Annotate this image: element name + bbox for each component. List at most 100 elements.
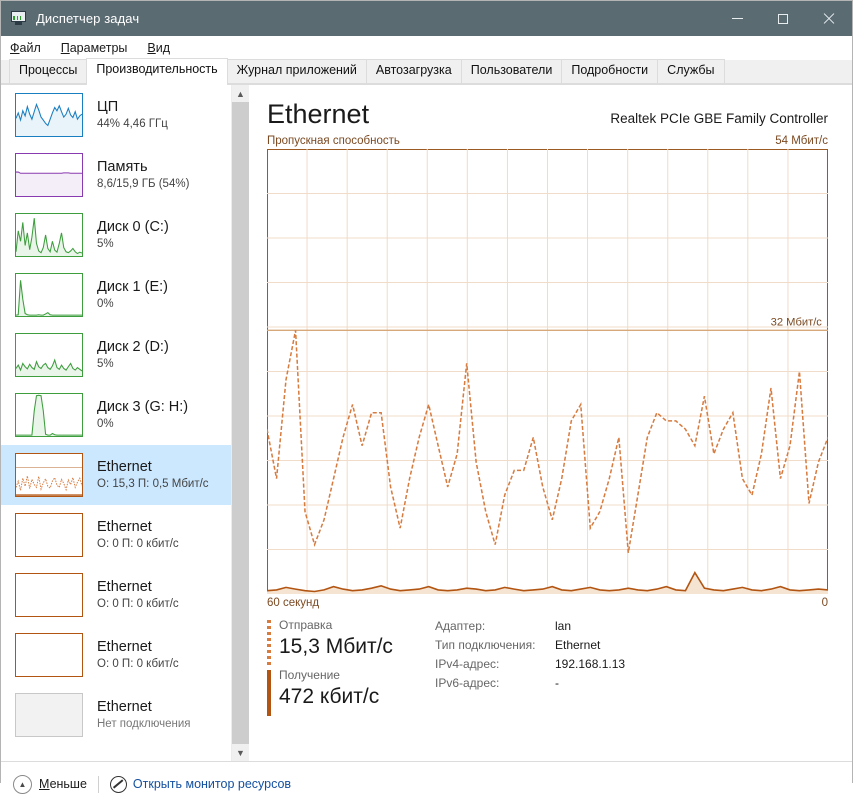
sidebar-item-sub: О: 0 П: 0 кбит/с [97,597,179,610]
sidebar-text-2: Диск 0 (C:) 5% [97,219,169,252]
tab-0[interactable]: Процессы [9,59,88,84]
sidebar-item-name: Ethernet [97,638,152,655]
axis-label-left: 60 секунд [267,597,320,609]
sidebar-item-name: Диск 1 (E:) [97,278,168,295]
chart-max-value: 54 Мбит/с [775,135,828,147]
sidebar-item-6[interactable]: Ethernet О: 15,3 П: 0,5 Мбит/с [1,445,231,505]
sidebar-text-10: Ethernet Нет подключения [97,699,191,732]
resource-monitor-label: Открыть монитор ресурсов [132,777,292,791]
sidebar-item-name: Ethernet [97,578,152,595]
receive-stat: Получение 472 кбит/с [267,667,417,716]
info-value: Ethernet [555,638,601,652]
sidebar-thumbnail-4 [15,333,83,377]
panel-header: Ethernet Realtek PCIe GBE Family Control… [261,85,836,129]
menu-view[interactable]: Вид [147,41,170,55]
fewer-details-label: Меньше [39,777,87,791]
sidebar-item-name: Диск 0 (C:) [97,218,169,235]
minimize-icon [731,18,743,19]
chart-axis-labels: 60 секунд 0 [261,594,836,609]
tab-1[interactable]: Производительность [86,58,228,85]
close-icon [823,13,835,25]
sidebar-item-sub: Нет подключения [97,717,191,730]
info-key: Тип подключения: [435,638,536,652]
scroll-down-icon[interactable]: ▼ [232,744,249,761]
sidebar-item-8[interactable]: Ethernet О: 0 П: 0 кбит/с [1,565,231,625]
sidebar-text-4: Диск 2 (D:) 5% [97,339,169,372]
info-key: Адаптер: [435,619,486,633]
info-row-3: IPv6-адрес: - [435,674,625,693]
chart-caption: Пропускная способность 54 Мбит/с [261,129,836,149]
window-title: Диспетчер задач [36,11,140,26]
scrollbar-thumb[interactable] [232,102,249,744]
sidebar-thumbnail-10 [15,693,83,737]
sidebar-item-name: Ethernet [97,458,152,475]
title-bar: Диспетчер задач [1,1,852,36]
stats-area: Отправка 15,3 Мбит/с Получение 472 кбит/… [261,609,836,717]
sidebar-item-sub: 8,6/15,9 ГБ (54%) [97,177,190,190]
sidebar-item-name: Ethernet [97,518,152,535]
send-stat: Отправка 15,3 Мбит/с [267,617,417,666]
tab-4[interactable]: Пользователи [460,59,563,84]
tab-2[interactable]: Журнал приложений [226,59,367,84]
sidebar-text-7: Ethernet О: 0 П: 0 кбит/с [97,519,179,552]
sidebar-item-sub: 5% [97,237,114,250]
adapter-model: Realtek PCIe GBE Family Controller [610,111,828,126]
sidebar-item-1[interactable]: Память 8,6/15,9 ГБ (54%) [1,145,231,205]
sidebar-item-sub: О: 0 П: 0 кбит/с [97,657,179,670]
minimize-button[interactable] [714,1,760,36]
info-key: IPv6-адрес: [435,676,500,690]
sidebar-thumbnail-6 [15,453,83,497]
footer-bar: ▲ Меньше Открыть монитор ресурсов [1,761,852,806]
sidebar-item-name: Диск 2 (D:) [97,338,169,355]
sidebar-item-3[interactable]: Диск 1 (E:) 0% [1,265,231,325]
info-row-0: Адаптер: lan [435,617,625,636]
menu-file[interactable]: Файл [10,41,41,55]
send-legend-bar [267,620,271,666]
info-value: lan [555,619,572,633]
throughput-stats: Отправка 15,3 Мбит/с Получение 472 кбит/… [267,617,417,717]
tab-3[interactable]: Автозагрузка [365,59,462,84]
resource-monitor-icon [109,775,127,793]
sidebar-item-2[interactable]: Диск 0 (C:) 5% [1,205,231,265]
menu-options[interactable]: Параметры [61,41,128,55]
close-button[interactable] [806,1,852,36]
sidebar-item-sub: О: 15,3 П: 0,5 Мбит/с [97,477,209,490]
resource-list: ЦП 44% 4,46 ГГц Память 8,6/15,9 ГБ (54%) Дис… [1,85,231,761]
sidebar-item-sub: 44% 4,46 ГГц [97,117,168,130]
footer-divider [97,775,99,793]
maximize-button[interactable] [760,1,806,36]
svg-text:32 Мбит/с: 32 Мбит/с [771,316,823,328]
sidebar-item-name: Ethernet [97,698,152,715]
scroll-up-icon[interactable]: ▲ [232,85,249,102]
sidebar-thumbnail-1 [15,153,83,197]
tab-6[interactable]: Службы [657,59,725,84]
open-resource-monitor-link[interactable]: Открыть монитор ресурсов [109,775,292,793]
info-value: 192.168.1.13 [555,657,626,671]
sidebar-text-6: Ethernet О: 15,3 П: 0,5 Мбит/с [97,459,209,492]
info-value: - [555,676,559,690]
info-row-2: IPv4-адрес: 192.168.1.13 [435,655,625,674]
sidebar-item-4[interactable]: Диск 2 (D:) 5% [1,325,231,385]
throughput-chart[interactable]: 32 Мбит/с [267,149,828,594]
sidebar-item-7[interactable]: Ethernet О: 0 П: 0 кбит/с [1,505,231,565]
fewer-details-button[interactable]: ▲ Меньше [13,774,87,794]
sidebar-item-10[interactable]: Ethernet Нет подключения [1,685,231,745]
sidebar-text-5: Диск 3 (G: H:) 0% [97,399,188,432]
chevron-up-circle-icon: ▲ [13,774,32,794]
sidebar-text-3: Диск 1 (E:) 0% [97,279,168,312]
sidebar-scrollbar[interactable]: ▲ ▼ [231,85,249,761]
task-manager-window: Диспетчер задач Файл Параметры Вид Проце… [0,0,853,806]
tab-5[interactable]: Подробности [561,59,659,84]
sidebar-thumbnail-5 [15,393,83,437]
sidebar-item-0[interactable]: ЦП 44% 4,46 ГГц [1,85,231,145]
sidebar-item-sub: О: 0 П: 0 кбит/с [97,537,179,550]
sidebar-text-1: Память 8,6/15,9 ГБ (54%) [97,159,189,192]
sidebar-item-sub: 5% [97,357,114,370]
sidebar-text-9: Ethernet О: 0 П: 0 кбит/с [97,639,179,672]
sidebar-thumbnail-2 [15,213,83,257]
sidebar-item-9[interactable]: Ethernet О: 0 П: 0 кбит/с [1,625,231,685]
sidebar-item-5[interactable]: Диск 3 (G: H:) 0% [1,385,231,445]
menu-bar: Файл Параметры Вид [1,36,852,60]
send-value: 15,3 Мбит/с [279,635,393,658]
performance-panel: Ethernet Realtek PCIe GBE Family Control… [249,85,852,761]
